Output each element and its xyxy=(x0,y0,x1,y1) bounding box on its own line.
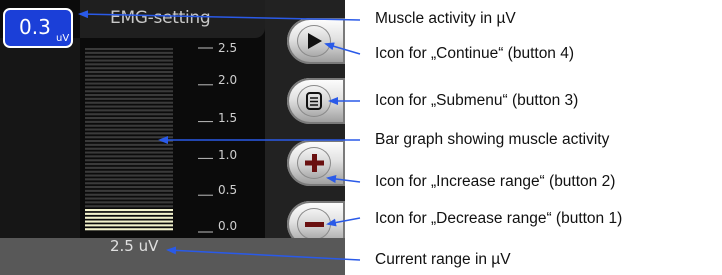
scale-tick-label: 1.0 xyxy=(218,148,238,162)
bar-segment xyxy=(85,155,173,158)
submenu-button[interactable] xyxy=(287,78,345,124)
bar-segment xyxy=(85,55,173,58)
bar-segment xyxy=(85,182,173,185)
continue-button[interactable] xyxy=(287,18,345,64)
scale-tick-label: 2.5 xyxy=(218,41,238,55)
bar-segment xyxy=(85,113,173,116)
bar-segment xyxy=(85,159,173,162)
bar-segment-active xyxy=(85,216,173,219)
bar-segment xyxy=(85,94,173,97)
annotation-decrease-icon: Icon for „Decrease range“ (button 1) xyxy=(375,210,623,227)
bar-segment-active xyxy=(85,212,173,215)
bar-segment xyxy=(85,136,173,139)
bar-segment xyxy=(85,105,173,108)
bar-segment xyxy=(85,140,173,143)
range-bar xyxy=(0,238,345,275)
scale-tick-label: 0.5 xyxy=(218,183,238,197)
bar-segment xyxy=(85,71,173,74)
bar-segment xyxy=(85,48,173,51)
left-panel xyxy=(0,38,80,238)
bar-segment-active xyxy=(85,228,173,231)
scale-tick-label: 0.0 xyxy=(218,219,238,233)
bar-segment xyxy=(85,59,173,62)
bar-segment xyxy=(85,132,173,135)
muscle-activity-value: 0.3 xyxy=(19,15,51,39)
bar-segment xyxy=(85,82,173,85)
bar-segment xyxy=(85,147,173,150)
scale-tick-label: 2.0 xyxy=(218,73,238,87)
bar-segment xyxy=(85,78,173,81)
bar-segment xyxy=(85,201,173,204)
muscle-activity-bar-graph xyxy=(85,47,213,233)
bar-segment-active xyxy=(85,220,173,223)
bar-segment xyxy=(85,97,173,100)
bar-segment xyxy=(85,101,173,104)
bar-segment xyxy=(85,170,173,173)
scale-tick-label: 1.5 xyxy=(218,111,238,125)
current-range: 2.5 uV xyxy=(110,237,159,255)
bar-segment xyxy=(85,197,173,200)
bar-segment xyxy=(85,90,173,93)
bar-segment xyxy=(85,67,173,70)
bar-segment xyxy=(85,86,173,89)
bar-segment xyxy=(85,193,173,196)
annotation-bar-graph: Bar graph showing muscle activity xyxy=(375,131,610,148)
bar-segment xyxy=(85,143,173,146)
menu-list-icon xyxy=(306,92,322,110)
bar-segment xyxy=(85,117,173,120)
bar-segment xyxy=(85,205,173,208)
plus-icon xyxy=(305,154,324,172)
decrease-range-button-face xyxy=(297,208,331,240)
bar-segment xyxy=(85,109,173,112)
bar-segment xyxy=(85,51,173,54)
annotation-continue-icon: Icon for „Continue“ (button 4) xyxy=(375,45,575,62)
annotation-submenu-icon: Icon for „Submenu“ (button 3) xyxy=(375,92,579,109)
bar-segment xyxy=(85,74,173,77)
continue-button-face xyxy=(297,25,331,57)
annotation-increase-icon: Icon for „Increase range“ (button 2) xyxy=(375,173,616,190)
bar-segment xyxy=(85,124,173,127)
bar-segment-active xyxy=(85,224,173,227)
muscle-activity-unit: uV xyxy=(56,33,70,44)
bar-segment xyxy=(85,120,173,123)
annotation-current-range: Current range in µV xyxy=(375,251,511,268)
play-icon xyxy=(308,33,322,49)
bar-segment-active xyxy=(85,209,173,212)
screen-title: EMG-setting xyxy=(110,8,211,28)
bar-segment xyxy=(85,128,173,131)
minus-icon xyxy=(305,222,324,227)
bar-segment xyxy=(85,174,173,177)
annotation-muscle-activity: Muscle activity in µV xyxy=(375,10,516,27)
emg-device-screen: EMG-setting 0.3 uV 2.5 2.0 1.5 1.0 0.5 0… xyxy=(0,0,345,275)
submenu-button-face xyxy=(297,85,331,117)
bar-segment xyxy=(85,163,173,166)
bar-segment xyxy=(85,186,173,189)
bar-segment xyxy=(85,189,173,192)
bar-segment xyxy=(85,166,173,169)
bar-segment xyxy=(85,151,173,154)
bar-segment xyxy=(85,178,173,181)
increase-range-button-face xyxy=(297,147,331,179)
bar-segment xyxy=(85,63,173,66)
increase-range-button[interactable] xyxy=(287,140,345,186)
